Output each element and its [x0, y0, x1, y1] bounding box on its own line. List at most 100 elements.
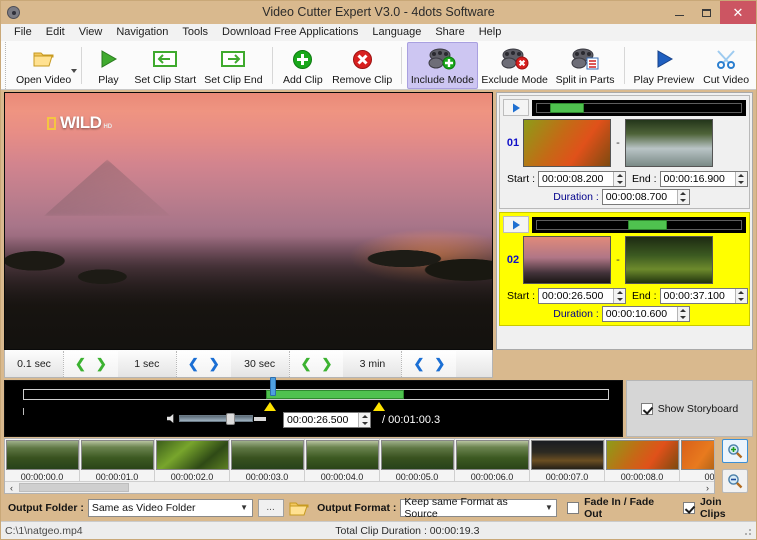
clip-duration-spin-buttons[interactable] — [676, 190, 689, 204]
storyboard-frame[interactable]: 00:00:02.0 — [155, 439, 230, 481]
step-next-button[interactable]: ❯ — [204, 357, 225, 370]
menu-item-share[interactable]: Share — [428, 24, 471, 41]
speaker-icon[interactable] — [167, 414, 174, 423]
current-time-input[interactable] — [284, 413, 358, 427]
storyboard-frame[interactable]: 00:00:05.0 — [380, 439, 455, 481]
clip-start-thumbnail[interactable] — [523, 119, 611, 167]
volume-slider[interactable] — [179, 413, 253, 425]
clip-start-spinner[interactable] — [538, 288, 627, 304]
timeline-playhead[interactable] — [270, 377, 276, 396]
chevron-down-icon[interactable]: ▼ — [542, 500, 557, 516]
remove-clip-button[interactable]: Remove Clip — [328, 42, 396, 89]
set-clip-end-button[interactable]: Set Clip End — [200, 42, 267, 89]
clip-end-thumbnail[interactable] — [625, 119, 713, 167]
clip-play-button[interactable] — [503, 99, 529, 116]
clip-start-spin-buttons[interactable] — [613, 289, 626, 303]
storyboard-thumbnail[interactable] — [455, 440, 529, 470]
zoom-out-button[interactable] — [722, 469, 748, 493]
storyboard-thumbnail[interactable] — [380, 440, 454, 470]
spin-down-icon[interactable] — [614, 296, 625, 303]
storyboard-frame[interactable]: 00:00:04.0 — [305, 439, 380, 481]
open-video-dropdown-icon[interactable] — [70, 69, 77, 73]
clip-end-spinner[interactable] — [659, 288, 748, 304]
clip-end-input[interactable] — [660, 289, 735, 303]
storyboard-thumbnail[interactable] — [80, 440, 154, 470]
spin-down-icon[interactable] — [614, 179, 625, 186]
resize-grip[interactable] — [742, 525, 752, 536]
play-preview-button[interactable]: Play Preview — [630, 42, 699, 89]
menu-item-language[interactable]: Language — [365, 24, 428, 41]
current-time-spinner[interactable] — [283, 412, 371, 428]
current-time-spin-buttons[interactable] — [358, 413, 370, 427]
timeline-marker-out[interactable] — [373, 402, 385, 411]
menu-item-file[interactable]: File — [7, 24, 39, 41]
zoom-in-button[interactable] — [722, 439, 748, 463]
clip-duration-spin-buttons[interactable] — [676, 307, 689, 321]
spin-up-icon[interactable] — [678, 307, 689, 314]
storyboard-frame[interactable]: 00:00:06.0 — [455, 439, 530, 481]
storyboard-strip[interactable]: 00:00:00.0 00:00:01.0 00:00:02.0 00:00:0… — [4, 438, 715, 494]
fade-in-out-checkbox[interactable] — [567, 501, 580, 514]
storyboard-horizontal-scrollbar[interactable]: ‹ › — [5, 481, 714, 493]
menu-item-view[interactable]: View — [72, 24, 110, 41]
clip-duration-spinner[interactable] — [601, 306, 690, 322]
step-prev-button[interactable]: ❮ — [183, 357, 204, 370]
clip-play-button[interactable] — [503, 216, 529, 233]
open-video-button[interactable]: Open Video — [12, 42, 77, 89]
clip-end-input[interactable] — [660, 172, 735, 186]
clip-end-spinner[interactable] — [659, 171, 748, 187]
volume-slider-knob[interactable] — [226, 413, 235, 425]
menu-item-help[interactable]: Help — [472, 24, 509, 41]
horizontal-scroll-thumb[interactable] — [19, 483, 129, 492]
clip-card[interactable]: 01 - Start : 00:00:08.200 End: 00:00:16… — [499, 95, 750, 209]
step-next-button[interactable]: ❯ — [317, 357, 338, 370]
storyboard-frame[interactable]: 00:00:03.0 — [230, 439, 305, 481]
include-mode-button[interactable]: Include Mode — [407, 42, 478, 89]
set-clip-start-button[interactable]: Set Clip Start — [130, 42, 200, 89]
clip-start-input[interactable] — [539, 289, 614, 303]
exclude-mode-button[interactable]: Exclude Mode — [478, 42, 552, 89]
spin-up-icon[interactable] — [736, 172, 747, 179]
scroll-left-icon[interactable]: ‹ — [5, 483, 18, 493]
show-storyboard-checkbox-row[interactable]: Show Storyboard — [640, 402, 738, 415]
step-prev-button[interactable]: ❮ — [408, 357, 429, 370]
storyboard-thumbnail[interactable] — [530, 440, 604, 470]
output-folder-combo[interactable]: Same as Video Folder ▼ — [87, 498, 253, 517]
spin-up-icon[interactable] — [359, 413, 370, 420]
spin-down-icon[interactable] — [736, 296, 747, 303]
clip-start-spinner[interactable] — [538, 171, 627, 187]
step-next-button[interactable]: ❯ — [429, 357, 450, 370]
minimize-button[interactable] — [666, 1, 693, 24]
clip-progress-bar[interactable] — [532, 99, 746, 116]
timeline[interactable]: / 00:01:00.3 — [4, 377, 623, 437]
spin-down-icon[interactable] — [678, 197, 689, 204]
spin-up-icon[interactable] — [614, 289, 625, 296]
storyboard-thumbnail[interactable] — [230, 440, 304, 470]
output-format-combo[interactable]: Keep same Format as Source ▼ — [400, 496, 558, 520]
clip-duration-input[interactable] — [602, 307, 677, 321]
clip-end-spin-buttons[interactable] — [734, 172, 747, 186]
clip-progress-bar[interactable] — [532, 216, 746, 233]
clip-card[interactable]: 02 - Start : 00:00:26.500 End: 00:00:37… — [499, 212, 750, 326]
step-next-button[interactable]: ❯ — [91, 357, 112, 370]
clip-duration-input[interactable] — [602, 190, 677, 204]
clip-start-spin-buttons[interactable] — [613, 172, 626, 186]
volume-control[interactable] — [167, 413, 266, 425]
storyboard-frame[interactable]: 00:00: — [680, 439, 714, 481]
clip-start-input[interactable] — [539, 172, 614, 186]
spin-down-icon[interactable] — [736, 179, 747, 186]
play-button[interactable]: Play — [86, 42, 130, 89]
join-clips-checkbox[interactable] — [683, 501, 695, 514]
storyboard-frame[interactable]: 00:00:07.0 — [530, 439, 605, 481]
storyboard-thumbnail[interactable] — [605, 440, 679, 470]
close-button[interactable]: ✕ — [720, 1, 756, 24]
spin-up-icon[interactable] — [736, 289, 747, 296]
storyboard-thumbnail[interactable] — [5, 440, 79, 470]
clip-duration-spinner[interactable] — [601, 189, 690, 205]
split-in-parts-button[interactable]: Split in Parts — [551, 42, 618, 89]
storyboard-frame[interactable]: 00:00:01.0 — [80, 439, 155, 481]
storyboard-thumbnail[interactable] — [155, 440, 229, 470]
scroll-right-icon[interactable]: › — [701, 483, 714, 493]
open-folder-button[interactable] — [288, 498, 312, 517]
step-prev-button[interactable]: ❮ — [296, 357, 317, 370]
